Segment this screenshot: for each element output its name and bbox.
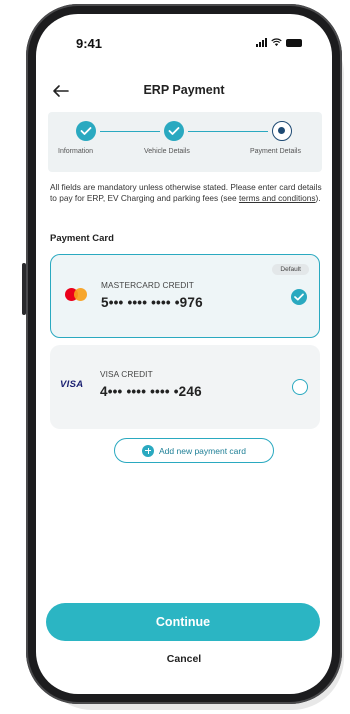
phone-screen: 9:41 ERP Payment Information Vehicle Det… <box>36 14 332 694</box>
step-connector <box>188 131 268 132</box>
step-vehicle-details-icon <box>164 121 184 141</box>
add-payment-card-label: Add new payment card <box>159 445 246 456</box>
card-type: MASTERCARD CREDIT <box>101 280 194 290</box>
wifi-icon <box>271 38 282 47</box>
payment-card-heading: Payment Card <box>50 233 114 244</box>
phone-frame: 9:41 ERP Payment Information Vehicle Det… <box>26 4 342 704</box>
status-icons <box>256 38 302 47</box>
signal-icon <box>256 38 267 47</box>
step-payment-details-icon <box>272 121 292 141</box>
step-label-payment-details: Payment Details <box>250 148 301 155</box>
terms-link[interactable]: terms and conditions <box>239 193 316 203</box>
step-information-icon <box>76 121 96 141</box>
cancel-button[interactable]: Cancel <box>36 653 332 665</box>
card-number: 4••• •••• •••• •246 <box>100 384 202 399</box>
add-payment-card-button[interactable]: Add new payment card <box>114 438 274 463</box>
step-label-information: Information <box>58 148 94 155</box>
status-time: 9:41 <box>76 36 103 51</box>
step-connector <box>100 131 160 132</box>
visa-logo-icon: VISA <box>60 379 84 390</box>
default-badge: Default <box>272 264 309 275</box>
card-type: VISA CREDIT <box>100 369 153 379</box>
mastercard-logo-icon <box>65 288 87 301</box>
payment-card-visa[interactable]: VISA VISA CREDIT 4••• •••• •••• •246 <box>50 345 320 429</box>
status-bar: 9:41 <box>36 14 332 64</box>
card-number: 5••• •••• •••• •976 <box>101 295 203 310</box>
selected-check-icon[interactable] <box>291 289 307 305</box>
page-title: ERP Payment <box>143 83 225 97</box>
continue-button[interactable]: Continue <box>46 603 320 641</box>
radio-button[interactable] <box>292 379 308 395</box>
progress-stepper: Information Vehicle Details Payment Deta… <box>48 112 322 172</box>
payment-card-mastercard[interactable]: Default MASTERCARD CREDIT 5••• •••• ••••… <box>50 254 320 338</box>
plus-icon <box>142 444 155 457</box>
header: ERP Payment <box>36 80 332 104</box>
step-label-vehicle-details: Vehicle Details <box>144 148 190 155</box>
instructions-text: All fields are mandatory unless otherwis… <box>50 182 322 203</box>
battery-icon <box>286 38 302 47</box>
